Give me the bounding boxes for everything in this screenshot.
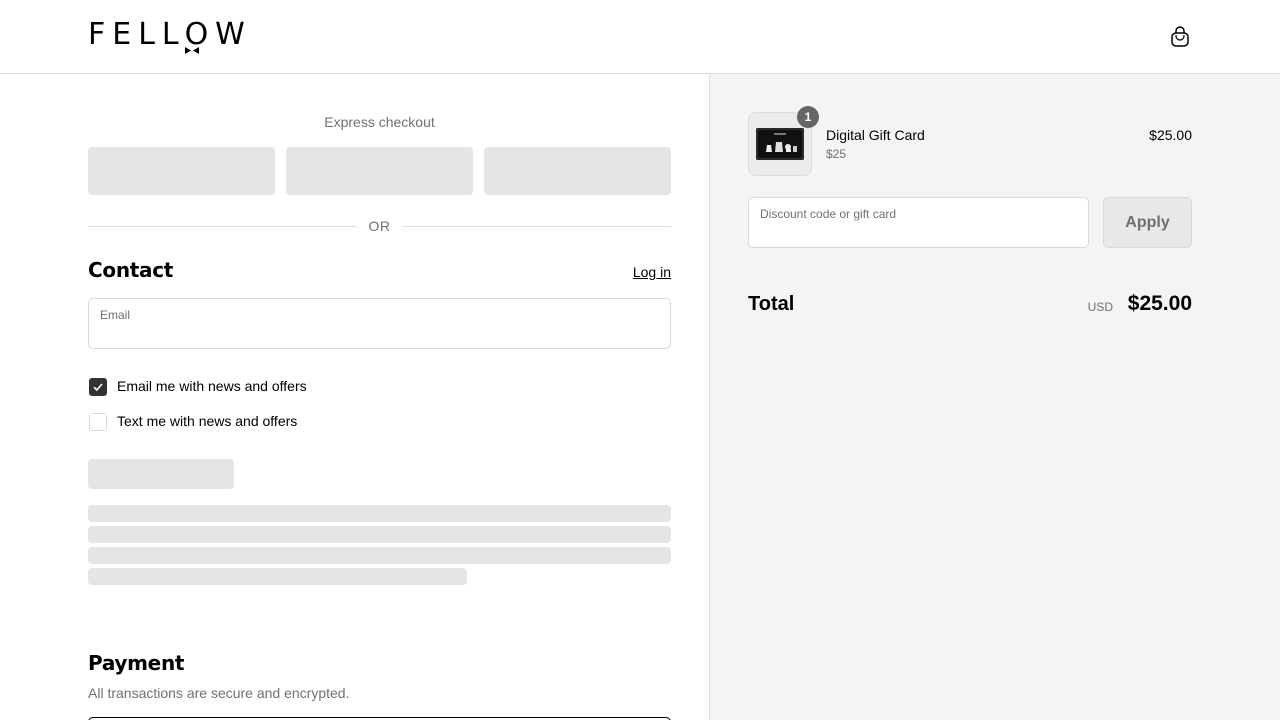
skeleton-heading [88,459,234,489]
email-offers-checkbox[interactable] [89,378,107,396]
logo-wordmark: FELLOW [88,17,252,52]
contact-heading: Contact [88,258,174,282]
skeleton-line [88,547,671,564]
or-divider: OR [88,218,671,236]
skeleton-line [88,568,467,585]
product-variant: $25 [826,147,847,161]
payment-heading: Payment [88,651,185,675]
text-offers-checkbox[interactable] [89,413,107,431]
login-link[interactable]: Log in [620,264,671,280]
quantity-badge: 1 [797,106,819,128]
gift-card-image [756,128,804,160]
checkmark-icon [93,383,103,392]
express-pay-button-3[interactable] [484,147,671,195]
email-offers-option[interactable]: Email me with news and offers [88,377,388,397]
bowtie-icon [185,47,199,54]
skeleton-line [88,505,671,522]
apply-discount-button[interactable]: Apply [1103,197,1192,248]
fellow-logo[interactable]: FELLOW [88,20,245,54]
express-pay-button-2[interactable] [286,147,473,195]
discount-code-input[interactable] [760,222,1077,242]
express-checkout-title: Express checkout [324,114,435,130]
total-amount: $25.00 [1127,292,1192,315]
discount-code-field[interactable]: Discount code or gift card [748,197,1089,248]
or-text: OR [368,218,391,234]
skeleton-line [88,526,671,543]
product-name: Digital Gift Card [826,127,925,143]
email-field[interactable]: Email [88,298,671,349]
total-label: Total [748,293,795,315]
payment-security-note: All transactions are secure and encrypte… [88,685,350,701]
email-field-label: Email [100,308,131,322]
discount-field-label: Discount code or gift card [760,207,897,221]
product-price: $25.00 [1149,127,1192,143]
text-offers-label: Text me with news and offers [117,413,298,429]
shopping-bag-icon[interactable] [1170,26,1190,48]
gift-card-graphic [756,128,804,160]
site-header: FELLOW [0,0,1280,74]
express-pay-button-1[interactable] [88,147,275,195]
email-input[interactable] [100,323,659,343]
text-offers-option[interactable]: Text me with news and offers [88,412,388,432]
email-offers-label: Email me with news and offers [117,378,307,394]
